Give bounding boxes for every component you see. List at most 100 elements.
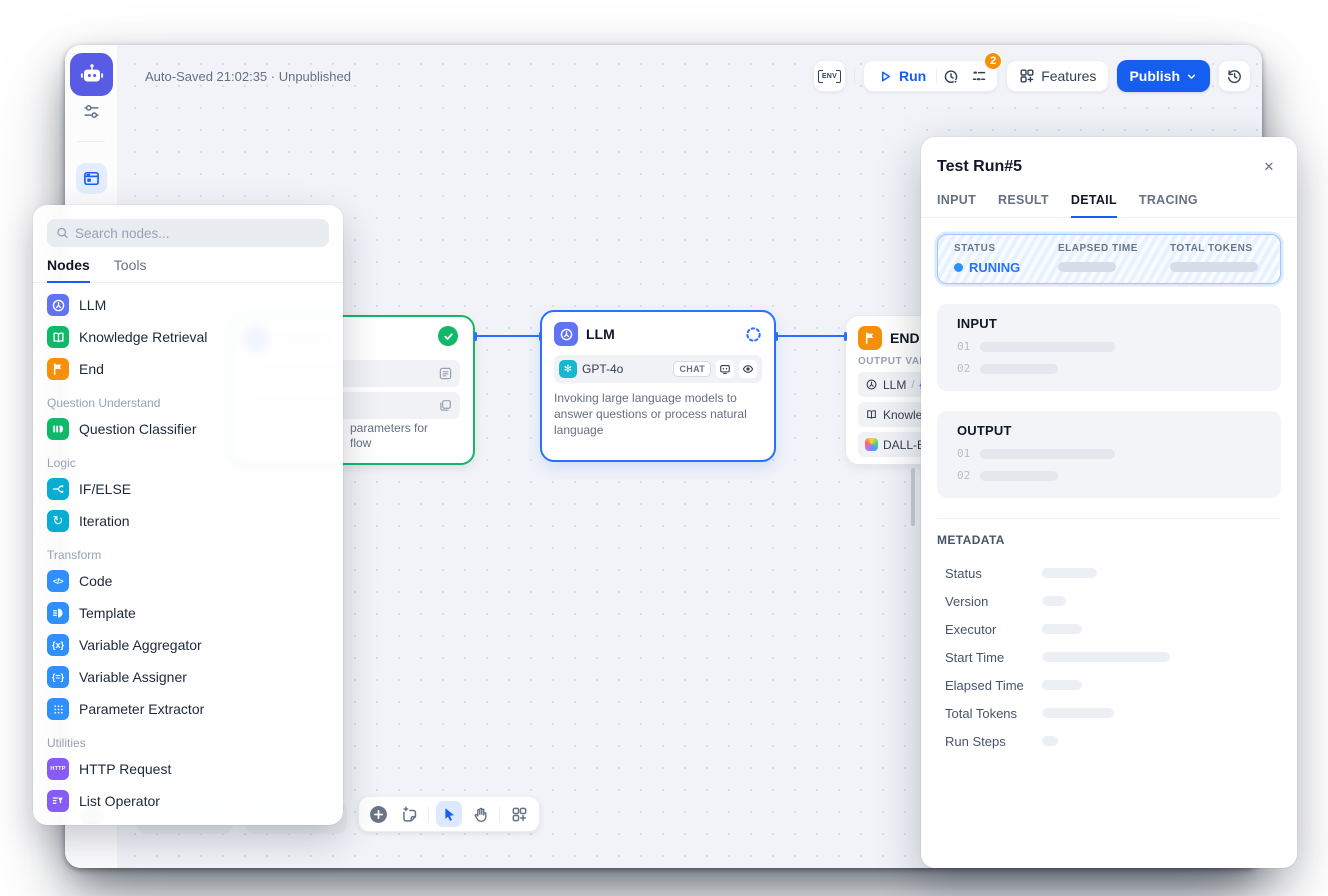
question-classifier-icon [47, 418, 69, 440]
llm-node[interactable]: LLM ✻ GPT-4o CHAT Invoking large languag… [540, 310, 776, 462]
env-variables-button[interactable]: ENV [813, 60, 846, 92]
total-tokens-skeleton [1170, 262, 1258, 272]
node-item-variable-assigner[interactable]: {=} Variable Assigner [47, 661, 329, 693]
success-check-icon [438, 326, 458, 346]
node-list: LLM Knowledge Retrieval End Question Und… [47, 283, 329, 817]
metadata-row: Executor [937, 615, 1281, 643]
checklist-button[interactable]: 2 [965, 62, 993, 90]
value-skeleton [980, 342, 1115, 352]
tab-tools[interactable]: Tools [114, 257, 147, 282]
divider [77, 141, 105, 142]
stopwatch-icon [943, 68, 960, 85]
node-item-variable-aggregator[interactable]: {x} Variable Aggregator [47, 629, 329, 661]
test-run-tabs: INPUT RESULT DETAIL TRACING [921, 193, 1297, 218]
llm-node-header: LLM [542, 312, 774, 352]
value-skeleton [980, 471, 1058, 481]
node-item-parameter-extractor[interactable]: Parameter Extractor [47, 693, 329, 725]
if-else-icon [47, 478, 69, 500]
canvas-toolbar [358, 796, 540, 832]
node-item-question-classifier[interactable]: Question Classifier [47, 413, 329, 445]
input-card: INPUT 01 02 [937, 304, 1281, 391]
version-history-button[interactable] [1218, 60, 1251, 92]
template-icon [47, 602, 69, 624]
robot-icon [79, 62, 105, 88]
node-item-template[interactable]: Template [47, 597, 329, 629]
hand-mode-button[interactable] [469, 802, 493, 826]
total-tokens-column: TOTAL TOKENS [1170, 243, 1258, 275]
http-request-icon: HTTP [47, 758, 69, 780]
vision-eye-icon [739, 360, 757, 378]
tab-tracing[interactable]: TRACING [1139, 193, 1198, 217]
value-skeleton [1042, 624, 1082, 634]
features-label: Features [1041, 68, 1096, 84]
close-icon[interactable]: ✕ [1257, 155, 1281, 179]
llm-icon [559, 327, 574, 342]
start-node-description: parameters for flow [350, 421, 428, 451]
output-row: 02 [957, 469, 1261, 482]
window-icon [83, 170, 100, 187]
gpt4o-model-icon: ✻ [559, 360, 577, 378]
node-item-end[interactable]: End [47, 353, 329, 385]
search-input[interactable] [75, 226, 320, 241]
pointer-mode-button[interactable] [436, 801, 462, 827]
elapsed-time-skeleton [1058, 262, 1116, 272]
tab-input[interactable]: INPUT [937, 193, 976, 217]
code-icon: </> [47, 570, 69, 592]
node-item-list-operator[interactable]: List Operator [47, 785, 329, 817]
copies-field-icon [439, 399, 452, 412]
divider [499, 806, 500, 822]
tab-nodes[interactable]: Nodes [47, 257, 90, 283]
divider [854, 69, 855, 83]
tab-result[interactable]: RESULT [998, 193, 1049, 217]
run-history-button[interactable] [937, 62, 965, 90]
input-row: 02 [957, 362, 1261, 375]
section-transform: Transform [47, 545, 329, 565]
node-item-iteration[interactable]: ↻ Iteration [47, 505, 329, 537]
settings-sliders-button[interactable] [81, 101, 102, 122]
running-status-dot [954, 263, 963, 272]
organize-grid-icon [511, 806, 528, 823]
metadata-row: Status [937, 559, 1281, 587]
node-search[interactable] [47, 219, 329, 247]
canvas-scrollbar[interactable] [911, 468, 915, 526]
workflow-nav-button[interactable] [76, 163, 107, 194]
flag-icon [863, 331, 877, 345]
add-node-button[interactable] [367, 802, 391, 826]
features-button[interactable]: Features [1006, 60, 1109, 92]
section-utilities: Utilities [47, 733, 329, 753]
output-row: 01 [957, 447, 1261, 460]
value-skeleton [980, 449, 1115, 459]
run-button-group: Run [863, 60, 998, 92]
topbar-actions: ENV Run [813, 60, 1251, 92]
chat-mode-badge: CHAT [673, 361, 711, 377]
node-item-knowledge-retrieval[interactable]: Knowledge Retrieval [47, 321, 329, 353]
test-run-title: Test Run#5 [937, 158, 1022, 176]
note-plus-icon [401, 806, 418, 823]
run-button[interactable]: Run [868, 61, 936, 91]
add-note-button[interactable] [398, 802, 422, 826]
organize-nodes-button[interactable] [507, 802, 531, 826]
end-node-icon [858, 326, 882, 350]
value-skeleton [1042, 708, 1114, 718]
knowledge-var-icon [865, 408, 878, 421]
node-item-http-request[interactable]: HTTP HTTP Request [47, 753, 329, 785]
value-skeleton [1042, 736, 1058, 746]
node-item-if-else[interactable]: IF/ELSE [47, 473, 329, 505]
llm-node-icon [554, 322, 578, 346]
end-node-title: END [890, 330, 920, 346]
tab-detail[interactable]: DETAIL [1071, 193, 1117, 218]
plus-circle-icon [369, 805, 388, 824]
value-skeleton [1042, 596, 1066, 606]
features-icon [1019, 68, 1035, 84]
value-skeleton [1042, 568, 1097, 578]
publish-button[interactable]: Publish [1117, 60, 1210, 92]
model-selector[interactable]: ✻ GPT-4o CHAT [554, 355, 762, 383]
node-item-llm[interactable]: LLM [47, 289, 329, 321]
dalle-icon [865, 438, 878, 451]
section-logic: Logic [47, 453, 329, 473]
app-logo[interactable] [70, 53, 113, 96]
llm-node-description: Invoking large language models to answer… [554, 391, 762, 438]
chevron-down-icon [1185, 70, 1198, 83]
hand-icon [472, 806, 489, 823]
node-item-code[interactable]: </> Code [47, 565, 329, 597]
